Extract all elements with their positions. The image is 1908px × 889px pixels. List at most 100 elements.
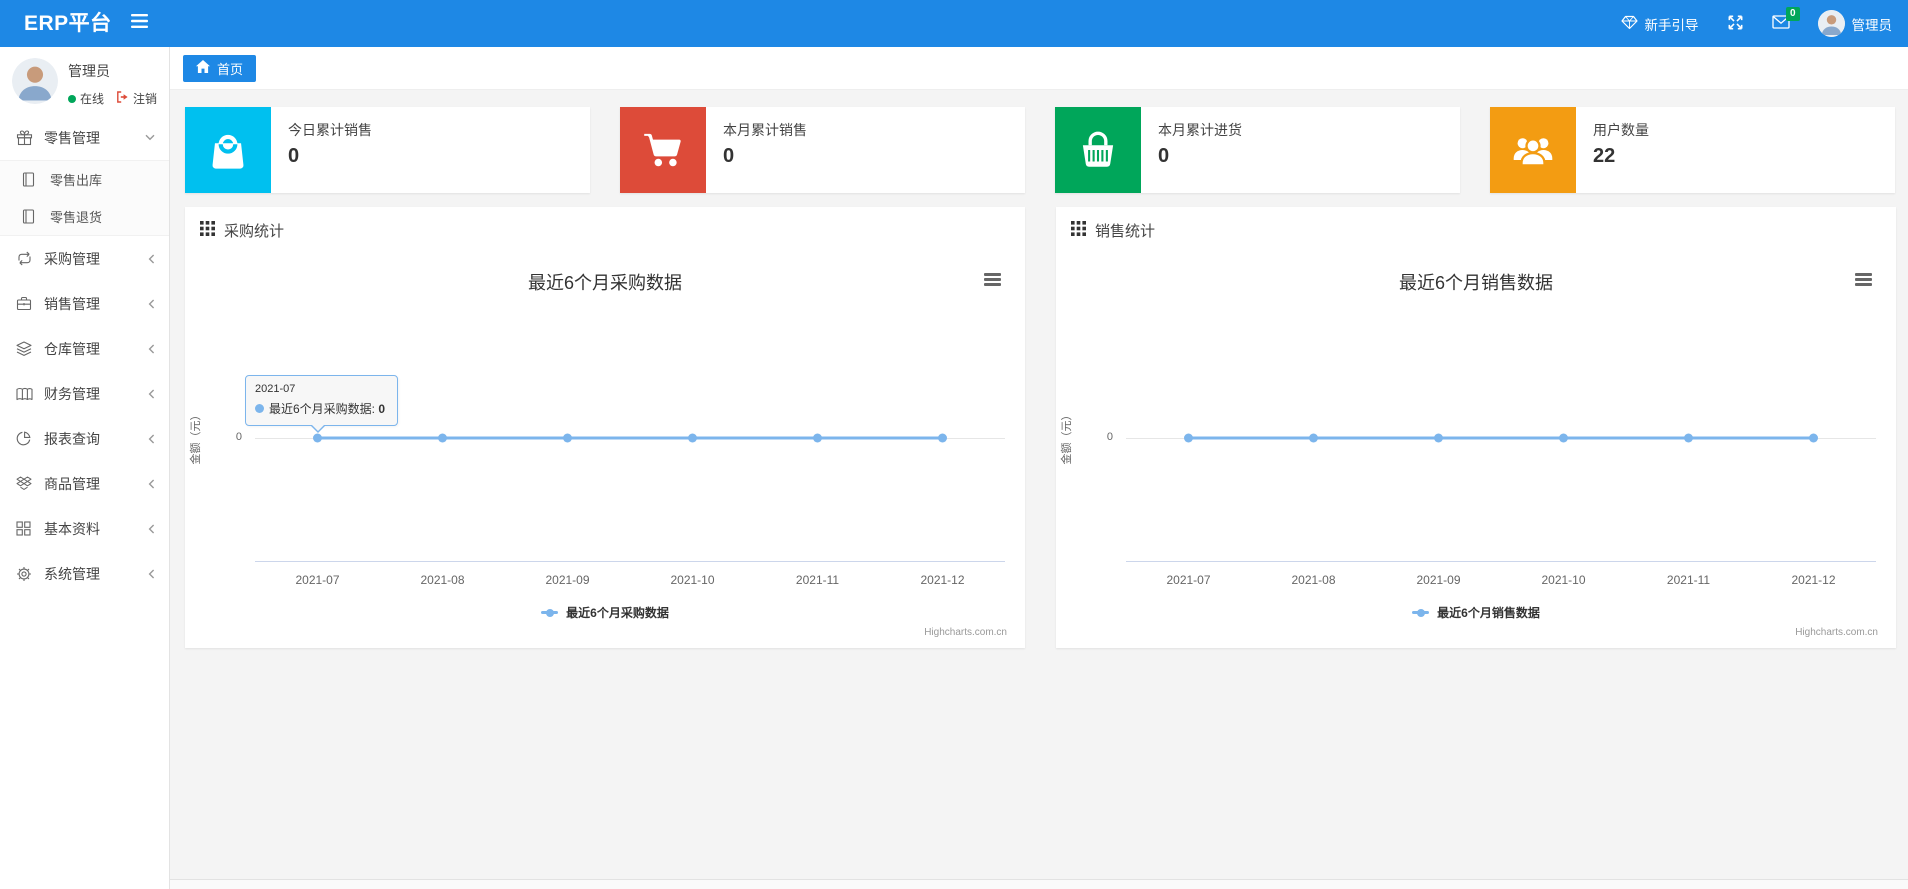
legend-label: 最近6个月销售数据 — [1437, 606, 1540, 620]
messages-button[interactable]: 0 — [1771, 0, 1800, 47]
stat-card-label: 今日累计销售 — [288, 122, 372, 138]
th-icon — [200, 221, 215, 240]
stat-cards-row: 今日累计销售 0 本月累计销售 0 本月累计进货 0 用户数量 22 — [185, 107, 1895, 193]
th-icon — [1071, 221, 1086, 240]
guide-button[interactable]: 新手引导 — [1620, 0, 1699, 47]
chart-credits-link[interactable]: Highcharts.com.cn — [1795, 627, 1878, 638]
chevron-left-icon — [148, 524, 155, 534]
panel-title: 销售统计 — [1095, 223, 1156, 240]
journal-icon — [22, 172, 43, 187]
chevron-left-icon — [148, 299, 155, 309]
legend-marker-icon — [1412, 608, 1430, 617]
fullscreen-button[interactable] — [1727, 0, 1744, 47]
sidebar: 管理员 在线 注销 零售管理零售出库零售退货采购管理销售管理仓库管理财务管理报表… — [0, 47, 170, 889]
chart-series[interactable] — [1056, 207, 1896, 648]
layers-icon — [16, 341, 37, 356]
gear-icon — [16, 566, 37, 582]
stat-card-1[interactable]: 本月累计销售 0 — [620, 107, 1025, 193]
chevron-left-icon — [148, 569, 155, 579]
sidebar-item-label: 系统管理 — [44, 565, 100, 582]
stat-card-2[interactable]: 本月累计进货 0 — [1055, 107, 1460, 193]
guide-label: 新手引导 — [1644, 17, 1699, 33]
stat-card-3[interactable]: 用户数量 22 — [1490, 107, 1895, 193]
online-status-icon — [68, 94, 76, 103]
sidebar-submenu: 零售出库 零售退货 — [0, 160, 169, 236]
legend-marker-icon — [541, 608, 559, 617]
stat-card-0[interactable]: 今日累计销售 0 — [185, 107, 590, 193]
gem-icon — [1620, 15, 1638, 33]
sidebar-user-panel: 管理员 在线 注销 — [0, 47, 169, 115]
sidebar-item-6[interactable]: 商品管理 — [0, 461, 169, 506]
sidebar-item-label: 商品管理 — [44, 475, 100, 492]
sidebar-menu: 零售管理零售出库零售退货采购管理销售管理仓库管理财务管理报表查询商品管理基本资料… — [0, 115, 169, 596]
stat-card-value: 0 — [288, 145, 300, 167]
chevron-left-icon — [148, 254, 155, 264]
sidebar-item-5[interactable]: 报表查询 — [0, 416, 169, 461]
user-menu[interactable]: 管理员 — [1817, 0, 1893, 47]
navbar-user-name: 管理员 — [1851, 17, 1893, 33]
chevron-down-icon — [145, 134, 155, 141]
shopping-bag-icon — [185, 107, 271, 193]
legend-item[interactable]: 最近6个月销售数据 — [1412, 604, 1540, 621]
repeat-icon — [16, 251, 37, 266]
tooltip-series-label: 最近6个月采购数据: 0 — [269, 402, 386, 416]
fullscreen-icon — [1727, 14, 1744, 34]
sidebar-item-3[interactable]: 仓库管理 — [0, 326, 169, 371]
message-count-badge: 0 — [1785, 7, 1800, 21]
sidebar-item-2[interactable]: 销售管理 — [0, 281, 169, 326]
navbar-right: 新手引导 0 管理员 — [1620, 0, 1893, 47]
chart-panels-row: 采购统计 最近6个月采购数据 金额（元） 0 2021-07 2021-08 2021-09… — [185, 207, 1896, 648]
sidebar-subitem-label: 零售出库 — [50, 173, 103, 188]
sidebar-toggle-button[interactable] — [118, 0, 160, 47]
chevron-left-icon — [148, 434, 155, 444]
sidebar-item-label: 采购管理 — [44, 250, 100, 267]
home-icon — [196, 60, 210, 76]
panel-header: 销售统计 — [1071, 220, 1155, 241]
sign-out-icon — [116, 91, 129, 106]
grid-icon — [16, 521, 37, 536]
top-navbar: ERP平台 新手引导 0 管理员 — [0, 0, 1908, 47]
chart-credits-link[interactable]: Highcharts.com.cn — [924, 627, 1007, 638]
logout-label: 注销 — [133, 92, 158, 106]
main-content: 首页 今日累计销售 0 本月累计销售 0 本月累计进货 0 用户数量 22 采购统计 最近6个月… — [170, 47, 1908, 889]
sidebar-item-label: 仓库管理 — [44, 340, 100, 357]
users-icon — [1490, 107, 1576, 193]
chart-tooltip: 2021-07 最近6个月采购数据: 0 — [245, 375, 398, 433]
shopping-cart-icon — [620, 107, 706, 193]
app-brand: ERP平台 — [24, 12, 112, 35]
hamburger-icon — [130, 14, 148, 33]
breadcrumb-tab-home[interactable]: 首页 — [183, 54, 257, 82]
breadcrumb: 首页 — [170, 47, 1908, 90]
sidebar-item-0[interactable]: 零售管理 — [0, 115, 169, 160]
logout-link[interactable]: 注销 — [116, 90, 157, 107]
erp-dashboard: ERP平台 新手引导 0 管理员 管理员 在线 注销 零售管理 零售出库 零售退… — [0, 0, 1908, 889]
stat-card-label: 本月累计销售 — [723, 122, 807, 138]
chevron-left-icon — [148, 479, 155, 489]
chart-legend: 最近6个月采购数据 — [185, 604, 1025, 621]
sidebar-item-7[interactable]: 基本资料 — [0, 506, 169, 551]
sidebar-item-label: 零售管理 — [44, 129, 100, 146]
ledger-icon — [16, 387, 37, 401]
sidebar-item-8[interactable]: 系统管理 — [0, 551, 169, 596]
chevron-left-icon — [148, 389, 155, 399]
legend-item[interactable]: 最近6个月采购数据 — [541, 604, 669, 621]
tooltip-header: 2021-07 — [255, 383, 296, 395]
sidebar-item-label: 财务管理 — [44, 385, 100, 402]
avatar — [1817, 10, 1845, 37]
online-status-label: 在线 — [80, 92, 105, 106]
page-footer — [170, 879, 1908, 889]
chevron-left-icon — [148, 344, 155, 354]
sidebar-item-1[interactable]: 采购管理 — [0, 236, 169, 281]
sidebar-item-label: 销售管理 — [44, 295, 100, 312]
sidebar-subitem-1[interactable]: 零售退货 — [0, 198, 169, 235]
sidebar-subitem-0[interactable]: 零售出库 — [0, 161, 169, 198]
stat-card-value: 22 — [1593, 145, 1616, 167]
stat-card-label: 本月累计进货 — [1158, 122, 1242, 138]
stat-card-value: 0 — [1158, 145, 1170, 167]
avatar — [12, 58, 58, 104]
shopping-basket-icon — [1055, 107, 1141, 193]
journal-icon — [22, 209, 43, 224]
sidebar-subitem-label: 零售退货 — [50, 210, 103, 225]
stat-card-value: 0 — [723, 145, 735, 167]
sidebar-item-4[interactable]: 财务管理 — [0, 371, 169, 416]
